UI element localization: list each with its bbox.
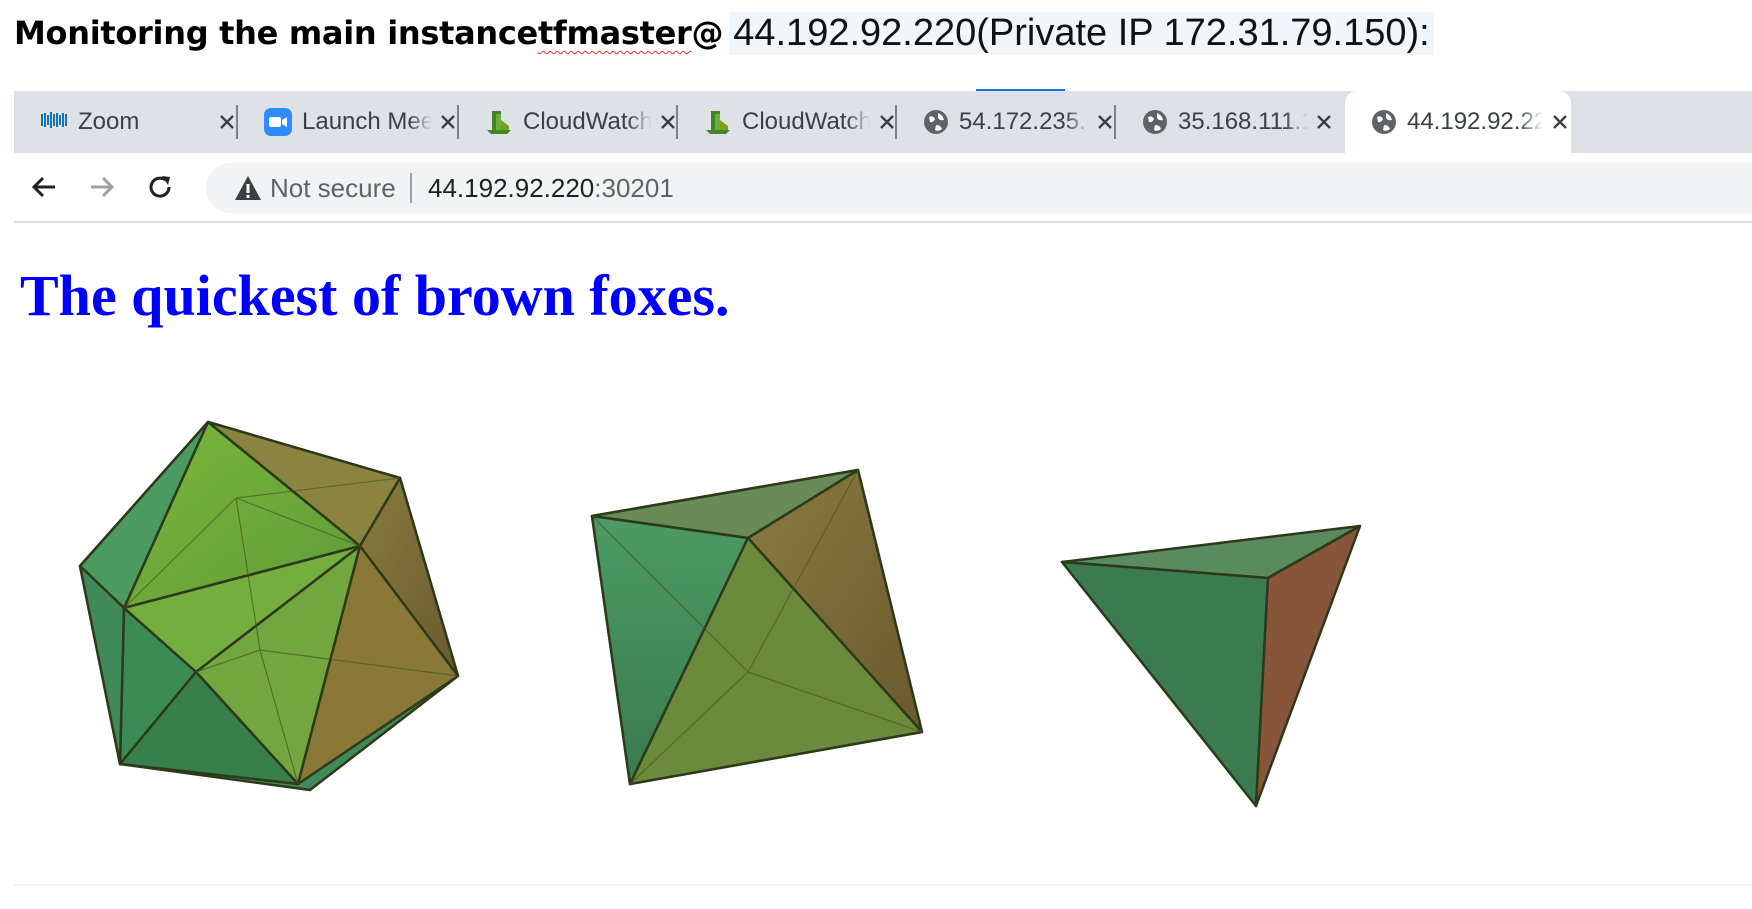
tab-title: 44.192.92.22 bbox=[1407, 108, 1543, 135]
reload-icon[interactable] bbox=[140, 167, 180, 207]
omnibox-divider bbox=[410, 173, 412, 203]
back-arrow-icon[interactable] bbox=[24, 167, 64, 207]
tab-title: Launch Meeting bbox=[302, 108, 432, 135]
close-icon[interactable] bbox=[438, 109, 459, 135]
heading-instance-name: tfmaster bbox=[537, 14, 692, 52]
tab-title: 35.168.111.1 bbox=[1178, 108, 1308, 135]
toolbar-divider bbox=[14, 221, 1752, 223]
address-bar[interactable]: Not secure 44.192.92.220:30201 bbox=[206, 163, 1752, 213]
globe-icon bbox=[923, 108, 949, 136]
octahedron-image bbox=[590, 468, 924, 786]
polyhedra-images bbox=[78, 420, 1362, 808]
tab-title: Zoom bbox=[78, 108, 140, 135]
tab-strip: Zoom Launch Meeting Clo bbox=[14, 91, 1752, 153]
close-icon[interactable] bbox=[216, 109, 238, 135]
zoom-meeting-icon bbox=[264, 108, 292, 136]
close-icon[interactable] bbox=[1314, 109, 1335, 135]
cloudwatch-icon bbox=[704, 108, 732, 136]
tab-ip-35[interactable]: 35.168.111.1 bbox=[1116, 91, 1335, 153]
icosahedron-image bbox=[78, 420, 460, 792]
heading-text-1: Monitoring the main instance bbox=[14, 14, 538, 52]
tab-title: CloudWatch bbox=[742, 108, 871, 135]
forward-arrow-icon[interactable] bbox=[82, 167, 122, 207]
tab-cloudwatch-1[interactable]: CloudWatch bbox=[459, 91, 678, 153]
tab-title: 54.172.235.3 bbox=[959, 108, 1089, 135]
browser-toolbar: Not secure 44.192.92.220:30201 bbox=[14, 153, 1752, 221]
heading-ip-address: 44.192.92.220(Private IP 172.31.79.150): bbox=[729, 11, 1434, 55]
document-heading: Monitoring the main instance tfmaster @ … bbox=[14, 8, 1434, 58]
tab-title: CloudWatch bbox=[523, 108, 652, 135]
close-icon[interactable] bbox=[876, 109, 897, 135]
tab-ip-44-active[interactable]: 44.192.92.22 bbox=[1345, 91, 1571, 153]
page-heading: The quickest of brown foxes. bbox=[20, 263, 730, 328]
close-icon[interactable] bbox=[1095, 109, 1116, 135]
globe-icon bbox=[1142, 108, 1168, 136]
warning-icon[interactable] bbox=[234, 175, 262, 201]
close-icon[interactable] bbox=[1549, 109, 1571, 135]
page-bottom-border bbox=[14, 884, 1752, 886]
tab-ip-54[interactable]: 54.172.235.3 bbox=[897, 91, 1116, 153]
url-text[interactable]: 44.192.92.220:30201 bbox=[428, 163, 674, 213]
tab-cloudwatch-2[interactable]: CloudWatch bbox=[678, 91, 897, 153]
security-label[interactable]: Not secure bbox=[270, 163, 396, 213]
heading-text-2: @ bbox=[691, 14, 724, 52]
tetrahedron-image bbox=[1060, 524, 1362, 808]
url-port: :30201 bbox=[594, 173, 674, 203]
cloudwatch-icon bbox=[485, 108, 513, 136]
close-icon[interactable] bbox=[657, 109, 678, 135]
zoom-logo-icon bbox=[40, 108, 68, 136]
tab-zoom[interactable]: Zoom bbox=[14, 91, 238, 153]
url-host: 44.192.92.220 bbox=[428, 173, 595, 203]
globe-icon bbox=[1371, 108, 1397, 136]
tab-launch-meeting[interactable]: Launch Meeting bbox=[238, 91, 459, 153]
